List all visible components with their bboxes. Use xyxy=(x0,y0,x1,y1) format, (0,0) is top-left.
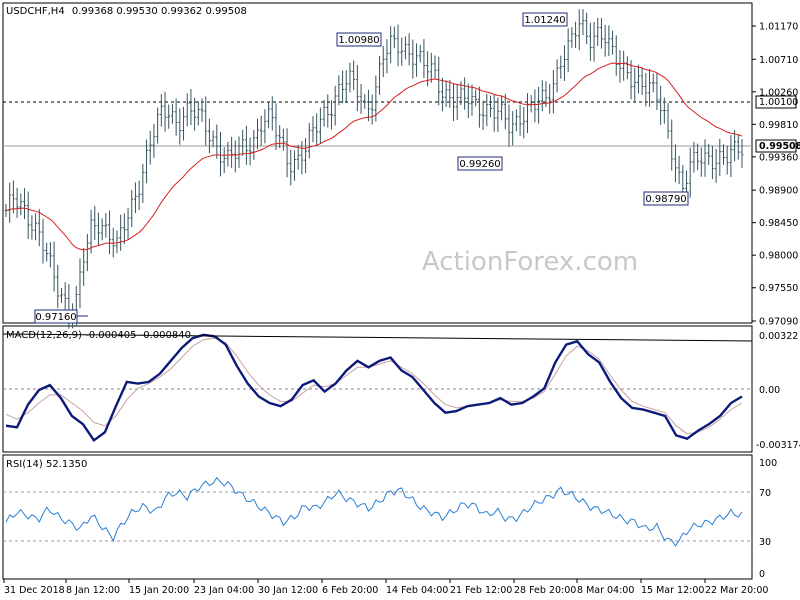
x-tick-label: 31 Dec 2018 xyxy=(4,585,65,596)
macd-tick-1: 0.00 xyxy=(759,385,780,396)
x-tick-label: 28 Feb 20:00 xyxy=(514,585,576,596)
main-chart-title: USDCHF,H4 0.99368 0.99530 0.99362 0.9950… xyxy=(6,6,247,17)
x-tick-label: 6 Feb 20:00 xyxy=(322,585,378,596)
macd-tick-2: -0.003174 xyxy=(756,440,800,451)
x-axis: 31 Dec 2018 8 Jan 12:00 15 Jan 20:00 23 Jan… xyxy=(3,579,768,596)
x-tick-label: 21 Feb 12:00 xyxy=(450,585,512,596)
y-tick-label: 0.97550 xyxy=(759,283,798,294)
annotation-0.98790: 0.98790 xyxy=(643,191,689,206)
y-tick-label: 0.97090 xyxy=(759,317,798,328)
price-tag-label: 0.99508 xyxy=(759,141,800,152)
x-tick-label: 8 Jan 12:00 xyxy=(66,585,120,596)
rsi-tick-100: 100 xyxy=(759,458,777,469)
rsi-tick-0: 0 xyxy=(759,569,765,580)
y-tick-label: 0.98000 xyxy=(759,251,798,262)
svg-text:1.00980: 1.00980 xyxy=(338,35,379,46)
watermark: ActionForex.com xyxy=(422,247,638,277)
x-tick-label: 8 Mar 04:00 xyxy=(577,585,634,596)
y-tick-label: 1.01170 xyxy=(759,22,798,33)
chart-canvas: ActionForex.com 0.97160 1.00980 0.99260 … xyxy=(2,2,800,596)
y-tick-label: 0.98900 xyxy=(759,186,798,197)
main-y-axis: 1.011701.007101.002600.998100.993600.989… xyxy=(752,22,798,328)
rsi-tick-70: 70 xyxy=(759,488,771,499)
x-tick-label: 14 Feb 04:00 xyxy=(386,585,448,596)
rsi-title: RSI(14) 52.1350 xyxy=(6,459,87,470)
y-tick-label: 0.98450 xyxy=(759,218,798,229)
svg-text:0.97160: 0.97160 xyxy=(35,312,76,323)
macd-tick-0: 0.00322 xyxy=(759,331,798,342)
svg-text:0.98790: 0.98790 xyxy=(645,194,686,205)
level-tag-label: 1.00100 xyxy=(759,97,798,108)
annotation-1.01240: 1.01240 xyxy=(522,12,568,27)
rsi-tick-30: 30 xyxy=(759,537,771,548)
y-tick-label: 0.99360 xyxy=(759,152,798,163)
main-panel-frame xyxy=(2,2,753,324)
y-tick-label: 1.00710 xyxy=(759,55,798,66)
annotation-0.99260: 0.99260 xyxy=(457,156,503,171)
annotation-1.00980: 1.00980 xyxy=(336,32,382,47)
svg-text:0.99260: 0.99260 xyxy=(459,159,500,170)
x-tick-label: 30 Jan 12:00 xyxy=(258,585,318,596)
y-tick-label: 0.99810 xyxy=(759,120,798,131)
x-tick-label: 15 Jan 20:00 xyxy=(129,585,189,596)
rsi-panel-frame xyxy=(2,454,753,580)
x-tick-label: 23 Jan 04:00 xyxy=(194,585,254,596)
x-tick-label: 22 Mar 20:00 xyxy=(705,585,768,596)
x-tick-label: 15 Mar 12:00 xyxy=(641,585,704,596)
svg-text:1.01240: 1.01240 xyxy=(524,15,565,26)
